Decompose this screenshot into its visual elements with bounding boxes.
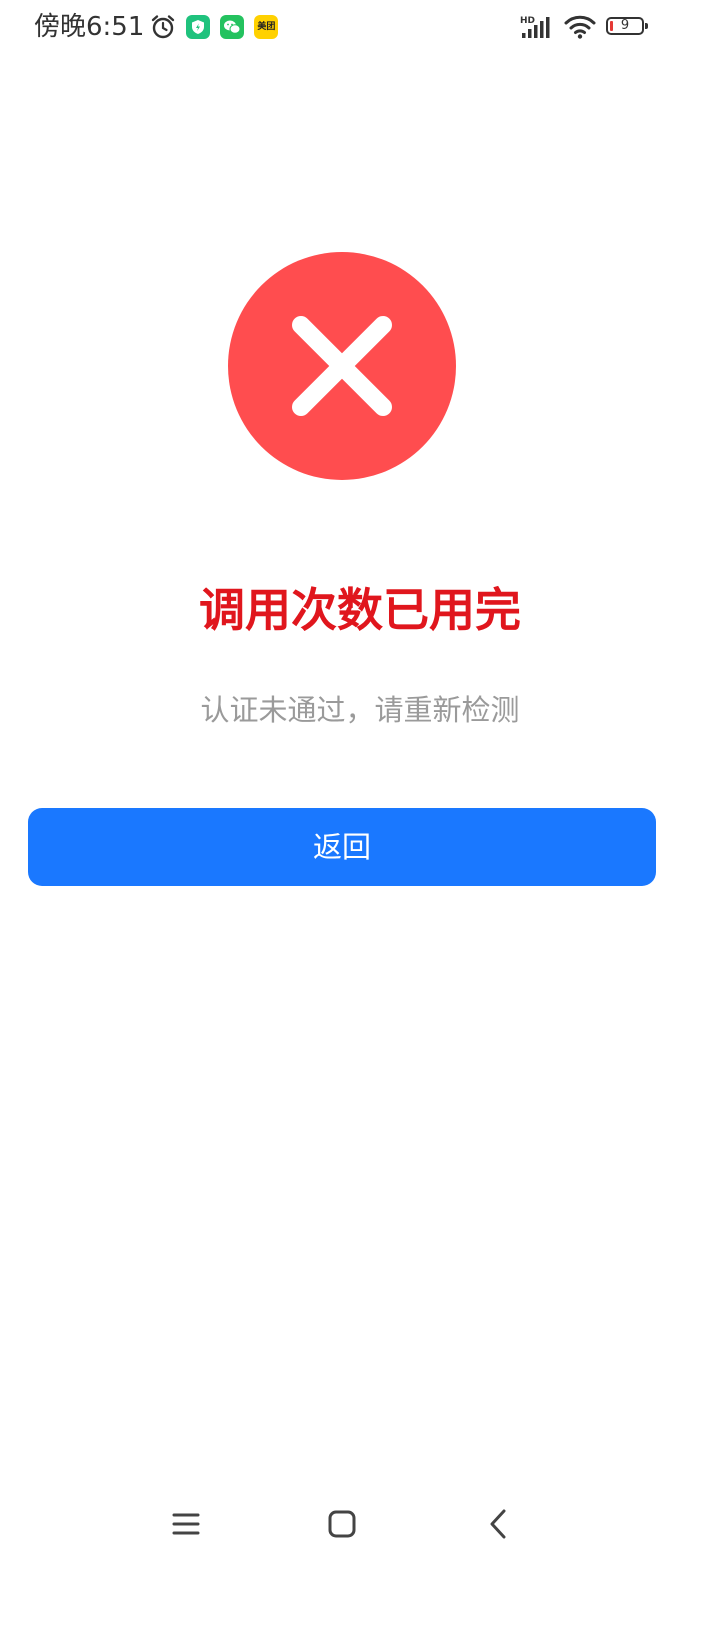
status-bar: 傍晚6:51 美团 HD 9 [0,0,720,52]
svg-text:HD: HD [520,16,535,26]
meituan-app-icon: 美团 [254,15,279,39]
status-time: 傍晚6:51 [34,12,145,42]
shield-app-icon [186,15,211,39]
error-title: 调用次数已用完 [199,583,521,637]
battery-level: 9 [620,18,630,33]
back-button[interactable]: 返回 [28,808,656,886]
error-x-icon [228,252,456,480]
wechat-app-icon [220,15,245,39]
status-right: HD 9 [520,12,650,42]
back-icon [490,1509,506,1539]
battery-icon: 9 [606,17,650,37]
error-subtitle: 认证未通过，请重新检测 [200,693,520,727]
nav-home-button[interactable] [322,1504,362,1544]
meituan-app-label: 美团 [257,21,276,32]
menu-icon [172,1513,200,1535]
status-left: 傍晚6:51 美团 [34,10,279,44]
wifi-icon [564,15,596,39]
nav-back-button[interactable] [478,1504,518,1544]
battery-tip [645,23,648,29]
navigation-bar [0,1490,720,1560]
nav-menu-button[interactable] [166,1504,206,1544]
home-icon [328,1510,356,1538]
hd-signal-icon: HD [520,16,550,38]
alarm-icon [152,15,175,39]
